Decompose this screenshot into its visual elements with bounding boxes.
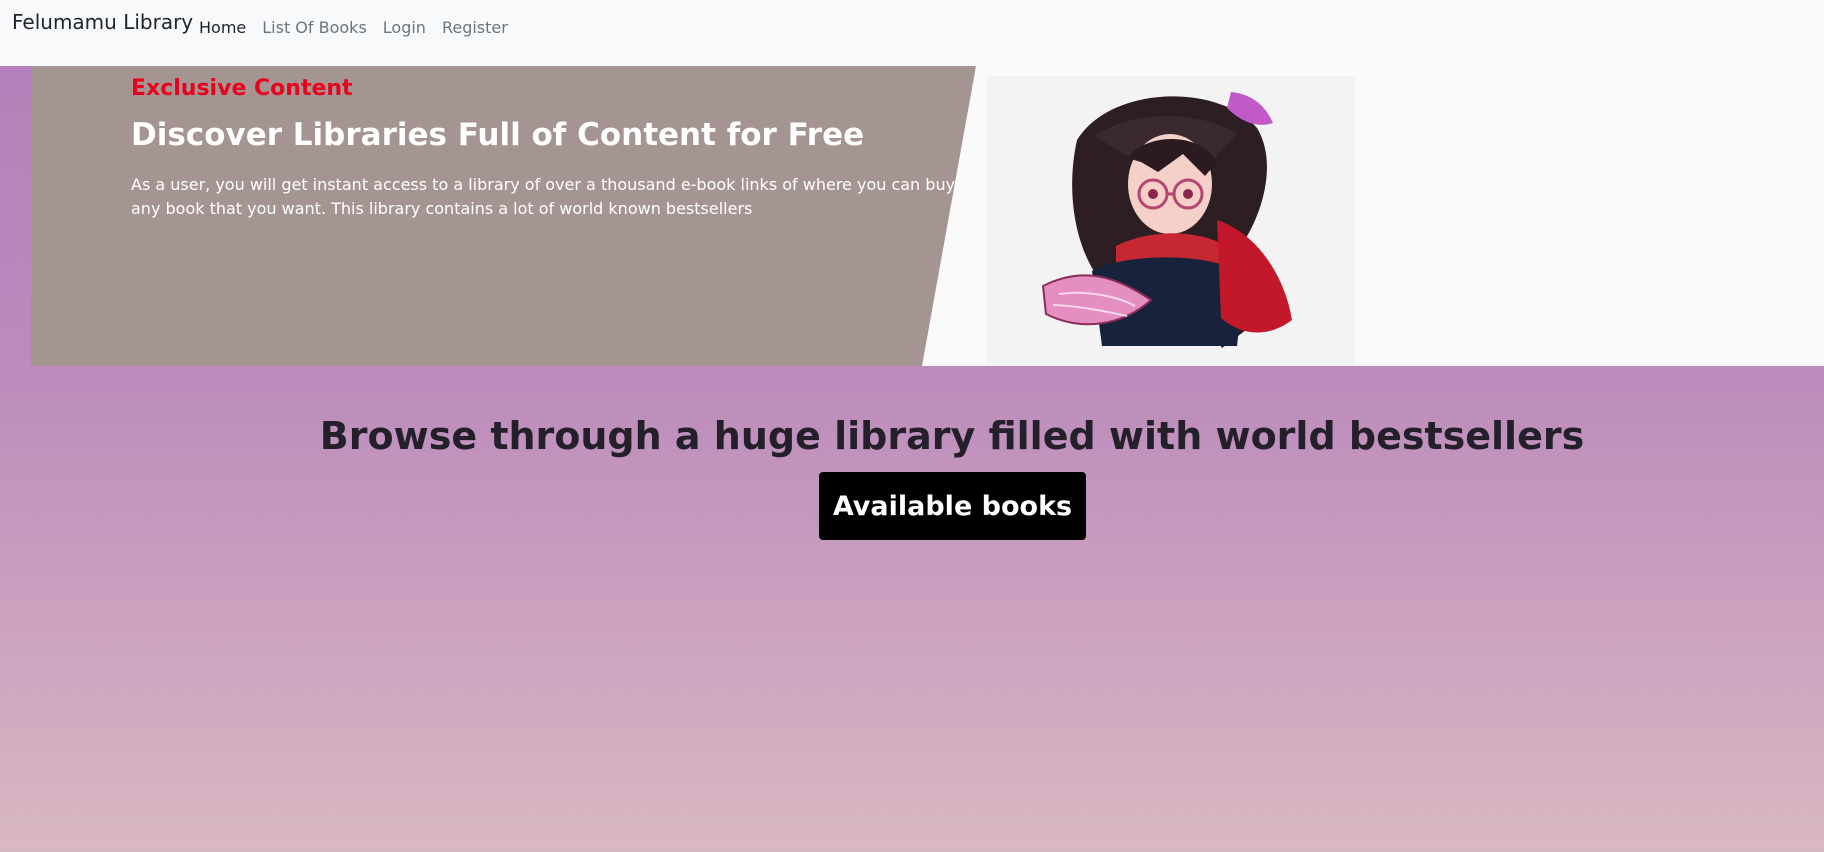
hero-eyebrow: Exclusive Content <box>131 76 353 101</box>
nav-link-list-of-books[interactable]: List Of Books <box>262 18 367 37</box>
hero-description: As a user, you will get instant access t… <box>131 175 956 218</box>
available-books-button[interactable]: Available books <box>819 472 1086 540</box>
nav-link-register[interactable]: Register <box>442 18 508 37</box>
browse-title: Browse through a huge library filled wit… <box>319 414 1585 458</box>
hero-illustration <box>987 76 1355 366</box>
nav-links: Home List Of Books Login Register <box>199 18 508 37</box>
reading-girl-illustration <box>987 76 1355 366</box>
nav-link-home[interactable]: Home <box>199 18 246 37</box>
browse-section: Browse through a huge library filled wit… <box>0 414 1824 458</box>
hero-text-block: Exclusive Content Discover Libraries Ful… <box>131 76 976 221</box>
top-navbar: Felumamu Library Home List Of Books Logi… <box>0 0 1824 66</box>
nav-link-login[interactable]: Login <box>383 18 426 37</box>
hero-banner: Exclusive Content Discover Libraries Ful… <box>31 66 1824 366</box>
hero-headline: Discover Libraries Full of Content for F… <box>131 117 865 153</box>
brand-logo-text[interactable]: Felumamu Library <box>12 10 193 34</box>
